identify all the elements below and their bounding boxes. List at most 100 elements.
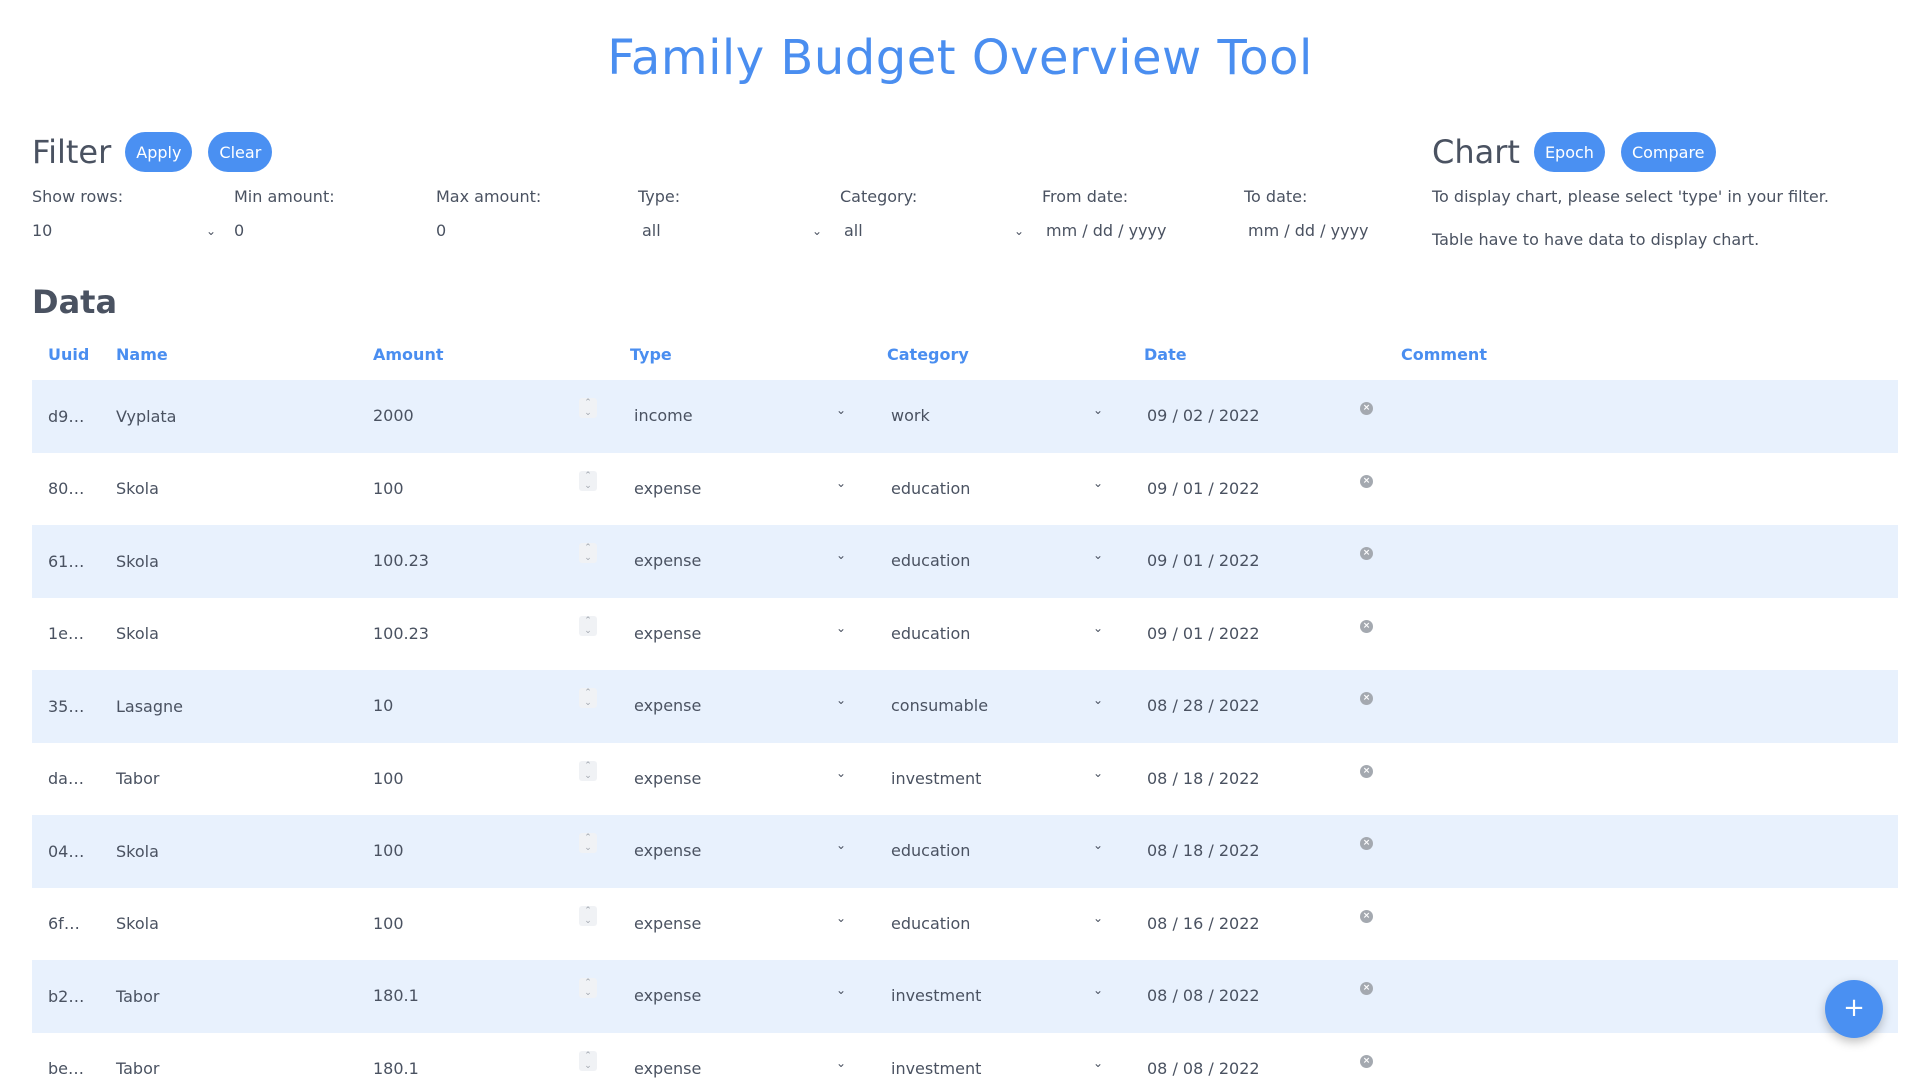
- type-select[interactable]: expense ⌄: [630, 693, 887, 714]
- table-row: 61… Skola 100.23 ⌃ ⌄ expense ⌄ education ⌄ 09 / 0…: [32, 525, 1898, 598]
- clear-x-icon[interactable]: ×: [1360, 692, 1373, 706]
- clear-x-icon[interactable]: ×: [1360, 547, 1373, 561]
- name-input[interactable]: Skola: [116, 624, 373, 643]
- type-select[interactable]: expense ⌄: [630, 621, 887, 642]
- amount-input[interactable]: 100 ⌃ ⌄: [373, 470, 630, 497]
- name-input[interactable]: Skola: [116, 842, 373, 861]
- date-input[interactable]: 08 / 08 / 2022 ×: [1144, 1054, 1401, 1077]
- date-input[interactable]: 09 / 01 / 2022 ×: [1144, 474, 1401, 497]
- type-select[interactable]: expense ⌄: [630, 1056, 887, 1077]
- number-spinner-icon[interactable]: ⌃ ⌄: [579, 978, 597, 999]
- date-value: 09 / 01 / 2022: [1147, 551, 1260, 571]
- amount-value: 100.23: [373, 623, 429, 643]
- name-input[interactable]: Tabor: [116, 1059, 373, 1078]
- column-header-date[interactable]: Date: [1144, 345, 1401, 364]
- category-select[interactable]: work ⌄: [887, 403, 1144, 424]
- amount-input[interactable]: 100.23 ⌃ ⌄: [373, 615, 630, 643]
- number-spinner-icon[interactable]: ⌃ ⌄: [579, 1050, 597, 1071]
- clear-button[interactable]: Clear: [208, 132, 273, 172]
- amount-input[interactable]: 100 ⌃ ⌄: [373, 760, 630, 787]
- clear-x-icon[interactable]: ×: [1360, 474, 1373, 488]
- name-input[interactable]: Tabor: [116, 987, 373, 1006]
- clear-x-icon[interactable]: ×: [1360, 909, 1373, 923]
- amount-input[interactable]: 180.1 ⌃ ⌄: [373, 1050, 630, 1077]
- table-row: 80… Skola 100 ⌃ ⌄ expense ⌄ education ⌄ 09 / 01 /…: [32, 453, 1898, 526]
- clear-x-icon[interactable]: ×: [1360, 837, 1373, 851]
- category-select[interactable]: education ⌄: [887, 476, 1144, 497]
- number-spinner-icon[interactable]: ⌃ ⌄: [579, 543, 597, 564]
- type-select[interactable]: expense ⌄: [630, 911, 887, 932]
- date-input[interactable]: 09 / 02 / 2022 ×: [1144, 402, 1401, 424]
- category-select[interactable]: education ⌄: [887, 838, 1144, 859]
- clear-x-icon[interactable]: ×: [1360, 764, 1373, 778]
- name-input[interactable]: Skola: [116, 479, 373, 498]
- name-input[interactable]: Skola: [116, 914, 373, 933]
- column-header-category[interactable]: Category: [887, 345, 1144, 364]
- clear-x-icon[interactable]: ×: [1360, 982, 1373, 996]
- category-select[interactable]: investment ⌄: [887, 1056, 1144, 1077]
- type-select[interactable]: expense ⌄: [630, 476, 887, 497]
- category-select[interactable]: education ⌄: [887, 621, 1144, 642]
- column-header-name[interactable]: Name: [116, 345, 373, 364]
- clear-x-icon[interactable]: ×: [1360, 619, 1373, 633]
- number-spinner-icon[interactable]: ⌃ ⌄: [579, 470, 597, 491]
- number-spinner-icon[interactable]: ⌃ ⌄: [579, 615, 597, 636]
- category-select[interactable]: investment ⌄: [887, 983, 1144, 1004]
- uuid-cell: da…: [48, 769, 84, 789]
- max-amount-input[interactable]: 0: [436, 216, 620, 246]
- type-select[interactable]: expense ⌄: [630, 983, 887, 1004]
- date-input[interactable]: 09 / 01 / 2022 ×: [1144, 619, 1401, 642]
- uuid-cell: d9…: [48, 406, 85, 426]
- category-select[interactable]: education ⌄: [887, 911, 1144, 932]
- column-header-type[interactable]: Type: [630, 345, 887, 364]
- amount-value: 100: [373, 841, 404, 861]
- add-row-button[interactable]: +: [1825, 980, 1883, 1038]
- number-spinner-icon[interactable]: ⌃ ⌄: [579, 905, 597, 926]
- number-spinner-icon[interactable]: ⌃ ⌄: [579, 688, 597, 709]
- apply-button[interactable]: Apply: [125, 132, 193, 172]
- app-title: Family Budget Overview Tool: [607, 30, 1313, 86]
- category-select[interactable]: education ⌄: [887, 548, 1144, 569]
- date-input[interactable]: 09 / 01 / 2022 ×: [1144, 547, 1401, 571]
- number-spinner-icon[interactable]: ⌃ ⌄: [579, 760, 597, 781]
- min-amount-input[interactable]: 0: [234, 216, 418, 246]
- amount-input[interactable]: 180.1 ⌃ ⌄: [373, 978, 630, 1004]
- date-input[interactable]: 08 / 08 / 2022 ×: [1144, 982, 1401, 1004]
- type-select[interactable]: all ⌄: [638, 216, 822, 246]
- number-spinner-icon[interactable]: ⌃ ⌄: [579, 398, 597, 419]
- epoch-button[interactable]: Epoch: [1533, 132, 1605, 172]
- name-input[interactable]: Vyplata: [116, 407, 373, 426]
- category-select[interactable]: all ⌄: [840, 216, 1024, 246]
- date-value: 08 / 28 / 2022: [1147, 696, 1260, 716]
- amount-input[interactable]: 10 ⌃ ⌄: [373, 688, 630, 714]
- category-select[interactable]: investment ⌄: [887, 766, 1144, 787]
- amount-input[interactable]: 100 ⌃ ⌄: [373, 833, 630, 861]
- name-input[interactable]: Skola: [116, 552, 373, 571]
- amount-input[interactable]: 100 ⌃ ⌄: [373, 905, 630, 932]
- column-header-comment[interactable]: Comment: [1401, 345, 1898, 364]
- filter-header: Filter Apply Clear: [32, 132, 288, 172]
- type-select[interactable]: expense ⌄: [630, 838, 887, 859]
- show-rows-select[interactable]: 10 ⌄: [32, 216, 216, 246]
- clear-x-icon[interactable]: ×: [1360, 402, 1373, 416]
- from-date-input[interactable]: mm / dd / yyyy: [1042, 216, 1226, 246]
- type-select[interactable]: expense ⌄: [630, 766, 887, 787]
- amount-input[interactable]: 2000 ⌃ ⌄: [373, 398, 630, 424]
- min-amount-field: Min amount: 0: [234, 186, 436, 246]
- name-input[interactable]: Tabor: [116, 769, 373, 788]
- date-input[interactable]: 08 / 18 / 2022 ×: [1144, 837, 1401, 859]
- category-select[interactable]: consumable ⌄: [887, 693, 1144, 714]
- compare-button[interactable]: Compare: [1620, 132, 1716, 172]
- name-input[interactable]: Lasagne: [116, 697, 373, 716]
- type-select[interactable]: income ⌄: [630, 403, 887, 424]
- column-header-amount[interactable]: Amount: [373, 345, 630, 364]
- type-select[interactable]: expense ⌄: [630, 548, 887, 569]
- date-input[interactable]: 08 / 16 / 2022 ×: [1144, 909, 1401, 932]
- date-input[interactable]: 08 / 18 / 2022 ×: [1144, 764, 1401, 787]
- clear-x-icon[interactable]: ×: [1360, 1054, 1373, 1068]
- date-input[interactable]: 08 / 28 / 2022 ×: [1144, 692, 1401, 716]
- to-date-input[interactable]: mm / dd / yyyy: [1244, 216, 1428, 246]
- column-header-uuid[interactable]: Uuid: [32, 345, 116, 364]
- number-spinner-icon[interactable]: ⌃ ⌄: [579, 833, 597, 854]
- amount-input[interactable]: 100.23 ⌃ ⌄: [373, 543, 630, 569]
